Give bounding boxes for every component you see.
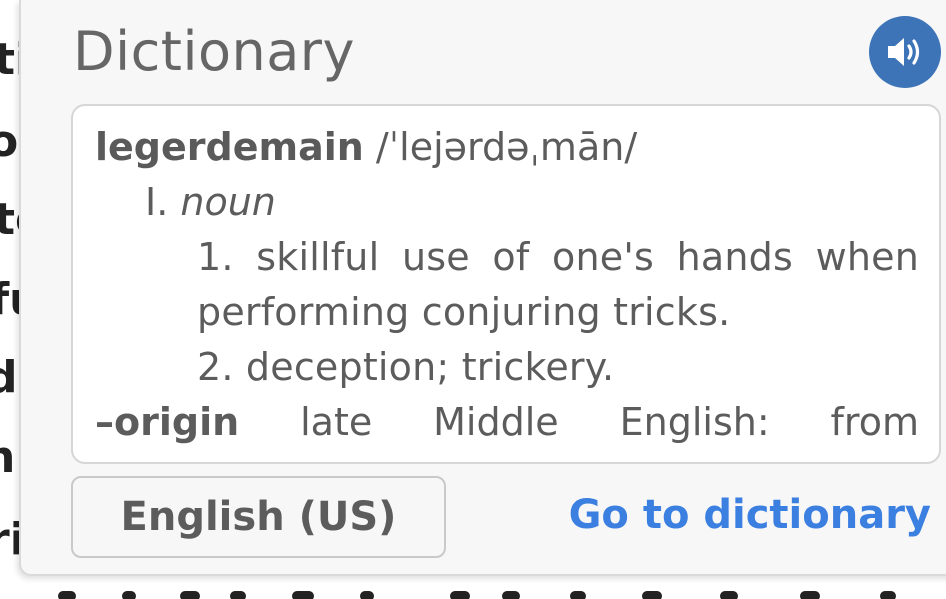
background-text-cropped-glyphs [58,591,896,599]
pronunciation: /ˈlejərdəˌmān/ [375,125,638,169]
volume-speaker-icon [888,38,920,66]
popup-title: Dictionary [73,20,355,83]
origin-text: late Middle English: from [300,400,919,444]
definition-content: legerdemain /ˈlejərdəˌmān/ I. noun 1. sk… [95,120,919,450]
headword-line: legerdemain /ˈlejərdəˌmān/ [95,120,919,175]
background-text-fragment: d [0,352,18,403]
background-text-fragment: n [0,436,15,480]
dictionary-popup: Dictionary legerdemain /ˈlejərdəˌmān/ I.… [19,0,946,576]
part-of-speech-number: I. [145,180,169,224]
background-text-fragment: o [0,116,19,167]
pronounce-button[interactable] [869,16,941,88]
origin-label: origin [114,400,240,444]
origin-line: –origin late Middle English: from [95,395,919,450]
language-select-button[interactable]: English (US) [71,476,446,558]
part-of-speech-line: I. noun [95,175,919,230]
origin-dash: – [95,400,114,444]
go-to-dictionary-link[interactable]: Go to dictionary [569,492,931,538]
headword: legerdemain [95,125,364,169]
definition-sense: 2. deception; trickery. [197,345,615,389]
definition-sense: 1. skillful use of one's hands when perf… [197,235,919,334]
definition-box[interactable]: legerdemain /ˈlejərdəˌmān/ I. noun 1. sk… [71,104,941,464]
background-text-bottom-strip [30,586,930,599]
part-of-speech: noun [180,180,276,224]
